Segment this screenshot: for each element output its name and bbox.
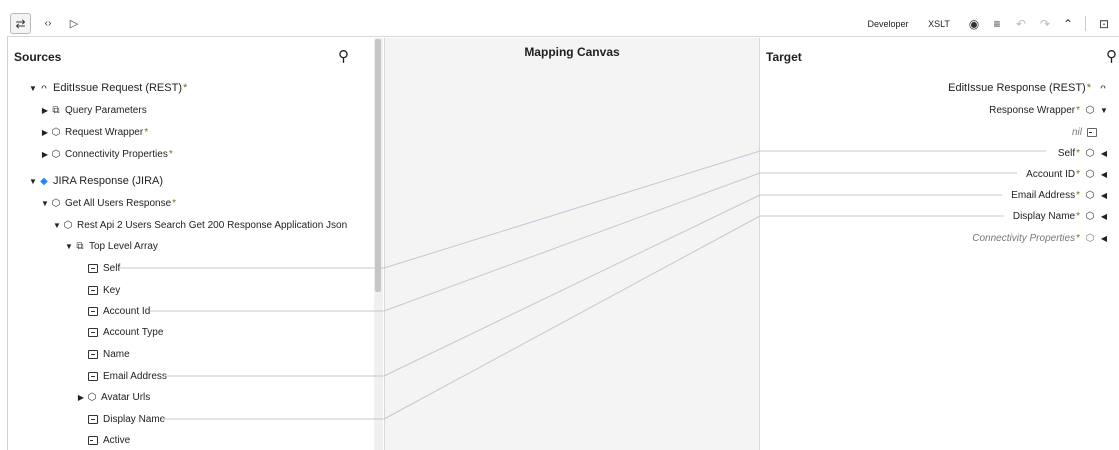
- mapping-link-display-name: [383, 215, 761, 420]
- mapping-link-email-address: [383, 194, 761, 377]
- mapping-link-account-id: [383, 172, 761, 312]
- mapping-link-self: [383, 150, 761, 269]
- mapping-links: [119, 150, 1046, 420]
